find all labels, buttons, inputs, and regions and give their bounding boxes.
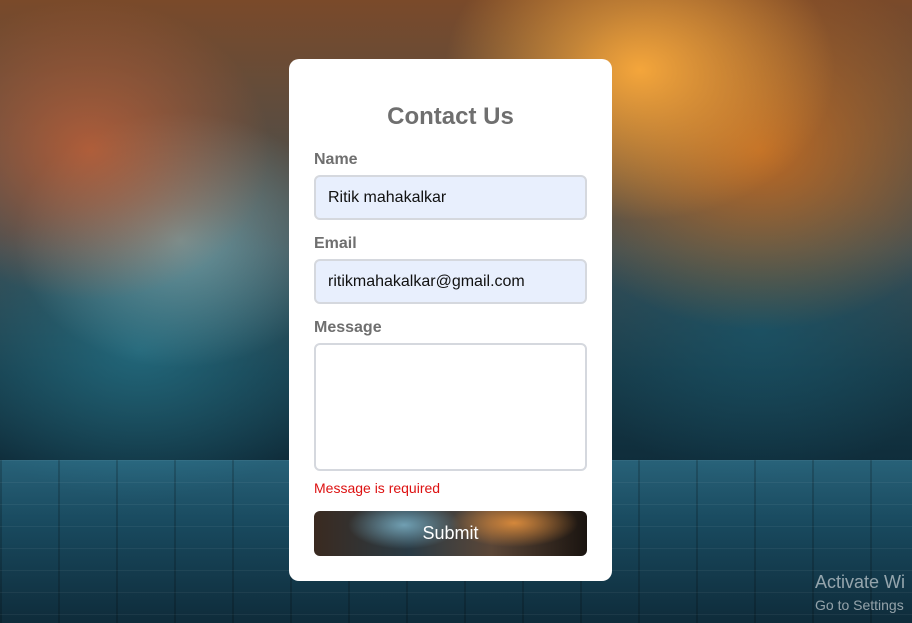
activate-windows-title: Activate Wi (815, 572, 906, 592)
activate-windows-subtitle: Go to Settings (815, 597, 904, 613)
name-input[interactable]: Ritik mahakalkar (314, 175, 587, 220)
email-input[interactable]: ritikmahakalkar@gmail.com (314, 259, 587, 304)
message-error-text: Message is required (314, 480, 441, 496)
form-title: Contact Us (387, 103, 514, 130)
submit-button[interactable]: Submit (314, 511, 587, 556)
email-label: Email (314, 235, 357, 252)
name-label: Name (314, 151, 358, 168)
message-label: Message (314, 319, 382, 336)
message-textarea[interactable] (314, 343, 587, 471)
